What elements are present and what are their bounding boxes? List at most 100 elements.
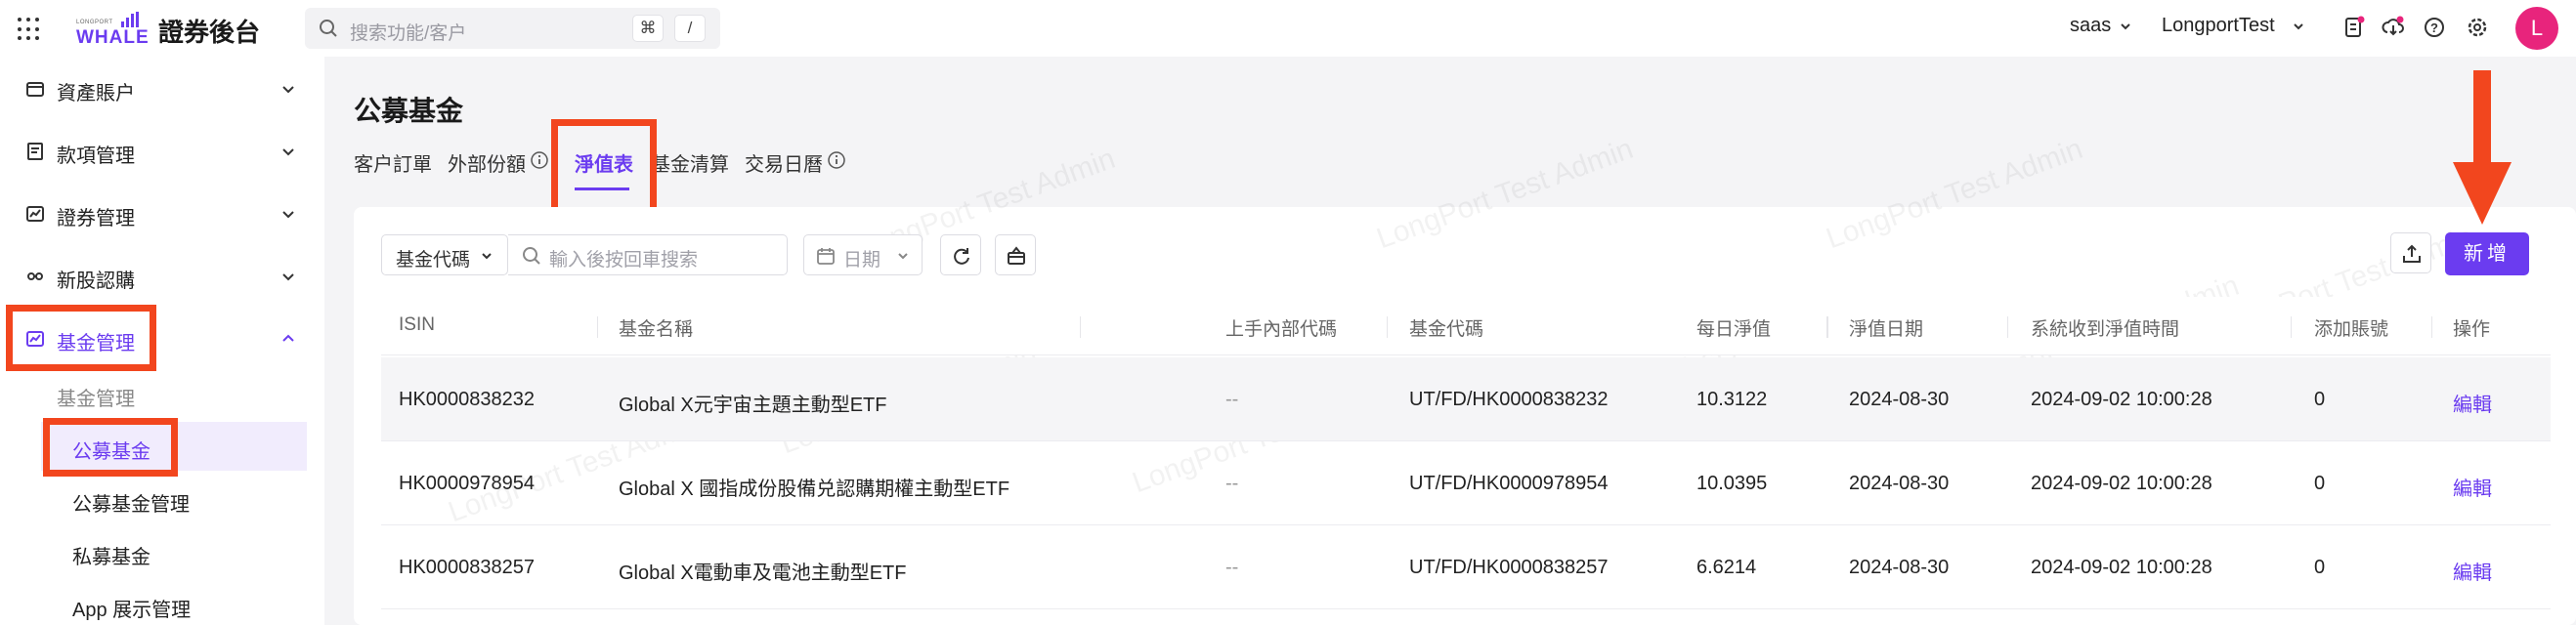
app-grid-icon[interactable] [18, 18, 41, 41]
cell-fund-name: Global X元宇宙主題主動型ETF [619, 395, 887, 416]
tab-client-orders[interactable]: 客户訂單 [354, 148, 432, 177]
cell-nav-date: 2024-08-30 [1849, 557, 1950, 578]
chevron-down-icon [282, 86, 294, 94]
table-row[interactable]: HK0000978954 Global X 國指成份股備兑認購期權主動型ETF … [381, 441, 2551, 525]
link-icon [27, 272, 43, 280]
sidebar-subitem-public-fund-management[interactable]: 公募基金管理 [0, 475, 324, 523]
table-header: ISIN 基金名稱 上手內部代碼 基金代碼 每日淨值 淨值日期 系統收到淨值時間… [381, 297, 2551, 355]
top-bar: LONGPORT WHALE 證券後台 搜索功能/客户 ⌘ / saas Lon… [0, 0, 2576, 57]
chart-box-icon [26, 206, 44, 222]
watermark-text: LongPort Test Admin [1372, 132, 1638, 256]
cmd-key-hint: ⌘ [632, 15, 664, 42]
cell-daily-nav: 6.6214 [1696, 557, 1757, 578]
basket-icon [1008, 246, 1025, 265]
chevron-down-icon [2121, 23, 2130, 30]
column-header-account: 添加賬號 [2314, 319, 2389, 340]
refresh-button[interactable] [940, 234, 981, 275]
fund-code-select-label: 基金代碼 [396, 250, 471, 271]
help-icon[interactable]: ? [2422, 15, 2447, 40]
tab-trading-calendar[interactable]: 交易日曆 [745, 148, 823, 177]
date-picker[interactable]: 日期 [803, 234, 923, 275]
sidebar-subitem-private-fund[interactable]: 私募基金 [0, 527, 324, 576]
table-row[interactable]: HK0000838257 Global X電動車及電池主動型ETF -- UT/… [381, 525, 2551, 609]
cell-received-time: 2024-09-02 10:00:28 [2031, 557, 2212, 578]
cell-fund-name: Global X 國指成份股備兑認購期權主動型ETF [619, 479, 1010, 500]
task-list-icon[interactable] [2341, 15, 2367, 40]
cell-upstream-code: -- [1225, 473, 1239, 494]
sidebar-item-payments[interactable]: 款項管理 [0, 127, 324, 176]
slash-key-hint: / [674, 15, 706, 42]
cell-account: 0 [2314, 389, 2326, 410]
global-search[interactable]: 搜索功能/客户 ⌘ / [305, 8, 720, 49]
settings-gear-icon[interactable] [2465, 15, 2490, 40]
user-avatar[interactable]: L [2515, 7, 2558, 50]
chevron-down-icon [282, 273, 294, 281]
annotation-box-fund-management [6, 305, 156, 371]
logo-text: WHALE [76, 27, 150, 48]
ledger-icon [27, 143, 43, 160]
annotation-arrow-down [2453, 70, 2512, 225]
fund-search-input[interactable]: 輸入後按回車搜索 [508, 234, 788, 275]
logo-subtitle: LONGPORT [76, 20, 113, 25]
sidebar-item-label: 證券管理 [57, 208, 135, 229]
chevron-down-icon [2294, 23, 2303, 30]
info-icon [531, 151, 548, 169]
column-divider [2291, 316, 2292, 338]
edit-link[interactable]: 編輯 [2453, 389, 2492, 417]
watermark-text: LongPort Test Admin [1822, 132, 2087, 256]
column-divider [1387, 316, 1388, 338]
column-divider [2431, 316, 2432, 338]
cell-fund-code: UT/FD/HK0000978954 [1409, 473, 1609, 494]
export-button[interactable] [2390, 232, 2431, 273]
cell-isin: HK0000838232 [399, 389, 536, 410]
cell-isin: HK0000978954 [399, 473, 536, 494]
tab-external-shares[interactable]: 外部份額 [448, 148, 526, 177]
info-icon [828, 151, 845, 169]
cell-nav-date: 2024-08-30 [1849, 473, 1950, 494]
column-divider [597, 316, 598, 338]
whale-logo: LONGPORT WHALE [76, 10, 149, 48]
annotation-box-nav-tab [551, 119, 657, 215]
search-icon [320, 20, 337, 37]
column-header-upstream-code: 上手內部代碼 [1225, 319, 1338, 340]
chevron-down-icon [282, 148, 294, 156]
app-title: 證券後台 [158, 18, 261, 47]
sidebar-item-label: 款項管理 [57, 146, 135, 167]
logo-bars-icon [121, 12, 139, 27]
sidebar-subgroup-label: 基金管理 [57, 389, 135, 410]
fund-code-select[interactable]: 基金代碼 [381, 234, 508, 275]
sidebar-item-label: 新股認購 [57, 271, 135, 292]
cell-fund-name: Global X電動車及電池主動型ETF [619, 562, 907, 584]
svg-text:?: ? [2430, 21, 2438, 35]
cell-nav-date: 2024-08-30 [1849, 389, 1950, 410]
sidebar-subitem-label: 私募基金 [72, 547, 150, 568]
calendar-icon [817, 248, 835, 265]
column-header-actions: 操作 [2453, 319, 2491, 340]
table-row[interactable]: HK0000838232 Global X元宇宙主題主動型ETF -- UT/F… [381, 357, 2551, 441]
column-header-daily-nav: 每日淨值 [1696, 319, 1772, 340]
sidebar-item-label: 資產賬户 [57, 83, 135, 104]
column-header-nav-date: 淨值日期 [1849, 319, 1924, 340]
export-icon [2403, 244, 2421, 263]
add-button[interactable]: 新增 [2445, 232, 2529, 275]
sidebar-item-securities[interactable]: 證券管理 [0, 189, 324, 238]
sidebar-subitem-app-display[interactable]: App 展示管理 [0, 580, 324, 625]
sidebar-item-ipo[interactable]: 新股認購 [0, 252, 324, 301]
tab-fund-clearing[interactable]: 基金清算 [651, 148, 729, 177]
org-label: LongportTest [2162, 15, 2275, 36]
chevron-up-icon [282, 334, 294, 342]
wallet-icon [26, 82, 44, 97]
download-cloud-icon[interactable] [2381, 15, 2406, 40]
date-placeholder: 日期 [843, 250, 881, 271]
env-selector[interactable]: saas [2070, 15, 2132, 37]
sidebar-item-asset-accounts[interactable]: 資產賬户 [0, 64, 324, 113]
chevron-down-icon [282, 211, 294, 219]
clear-filters-button[interactable] [995, 234, 1036, 275]
org-selector[interactable]: LongportTest [2162, 15, 2305, 37]
edit-link[interactable]: 編輯 [2453, 473, 2492, 501]
cell-daily-nav: 10.3122 [1696, 389, 1768, 410]
search-icon [523, 247, 540, 265]
edit-link[interactable]: 編輯 [2453, 557, 2492, 585]
column-divider [2007, 316, 2008, 338]
cell-isin: HK0000838257 [399, 557, 536, 578]
